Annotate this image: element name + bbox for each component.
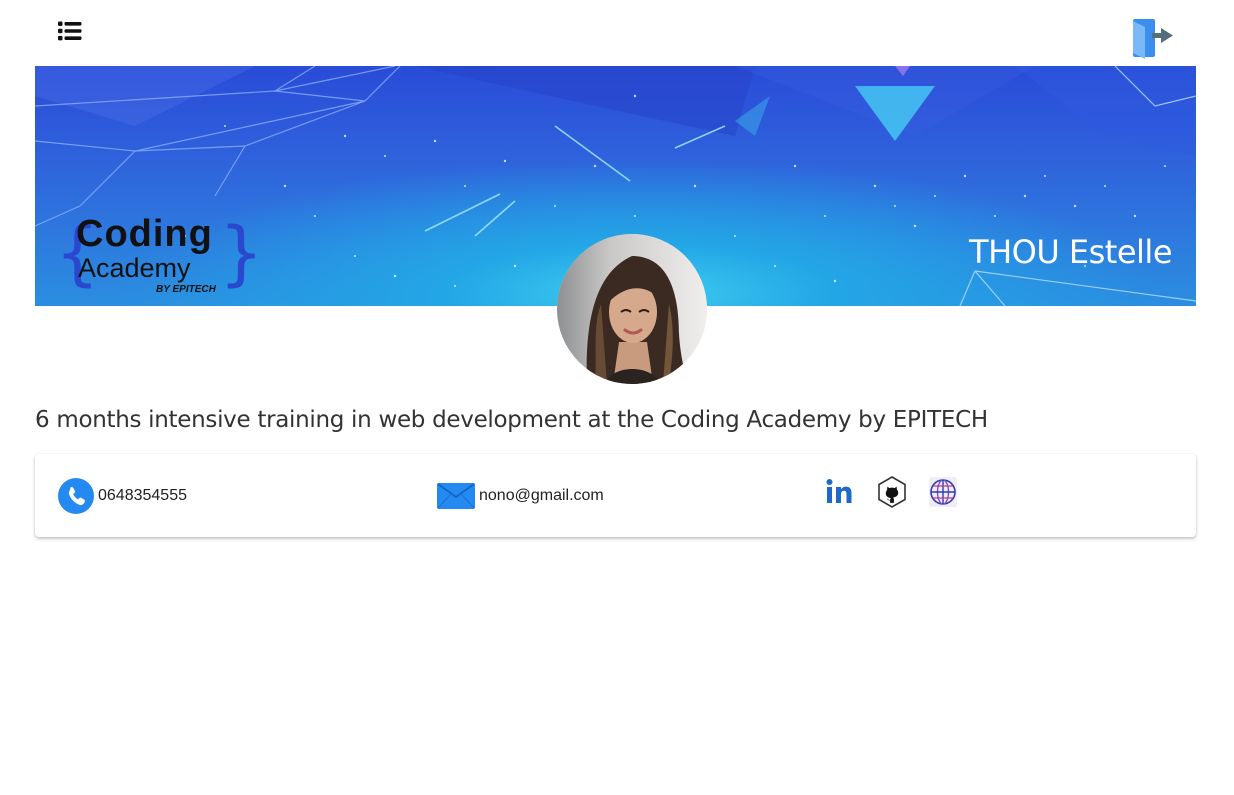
phone-contact[interactable]: 0648354555 (58, 478, 187, 514)
linkedin-icon (826, 479, 852, 503)
menu-button[interactable] (57, 20, 83, 42)
github-icon (878, 476, 906, 508)
list-icon (58, 21, 82, 41)
logo-line-2: Academy (78, 253, 191, 283)
profile-name: THOU Estelle (969, 233, 1172, 271)
avatar (557, 234, 707, 384)
github-link[interactable] (877, 476, 907, 516)
website-link[interactable] (928, 476, 958, 516)
globe-icon (929, 477, 957, 507)
avatar-photo (557, 234, 707, 384)
logo-brace-right: } (219, 212, 264, 294)
email-address: nono@gmail.com (479, 487, 604, 504)
envelope-icon (437, 483, 475, 509)
phone-number: 0648354555 (98, 487, 187, 504)
logout-button[interactable] (1130, 17, 1176, 61)
top-bar (0, 0, 1234, 66)
contact-card: 0648354555 nono@gmail.com (35, 454, 1196, 537)
linkedin-link[interactable] (826, 478, 854, 518)
logout-icon (1133, 19, 1173, 59)
coding-academy-logo: { Cᴏding Academy BY EPITECH } (55, 213, 264, 298)
phone-icon (58, 478, 94, 514)
profile-description: 6 months intensive training in web devel… (35, 407, 988, 433)
logo-line-3: BY EPITECH (156, 284, 216, 295)
logo-line-1: Cᴏding (76, 213, 213, 255)
email-contact[interactable]: nono@gmail.com (437, 478, 604, 514)
